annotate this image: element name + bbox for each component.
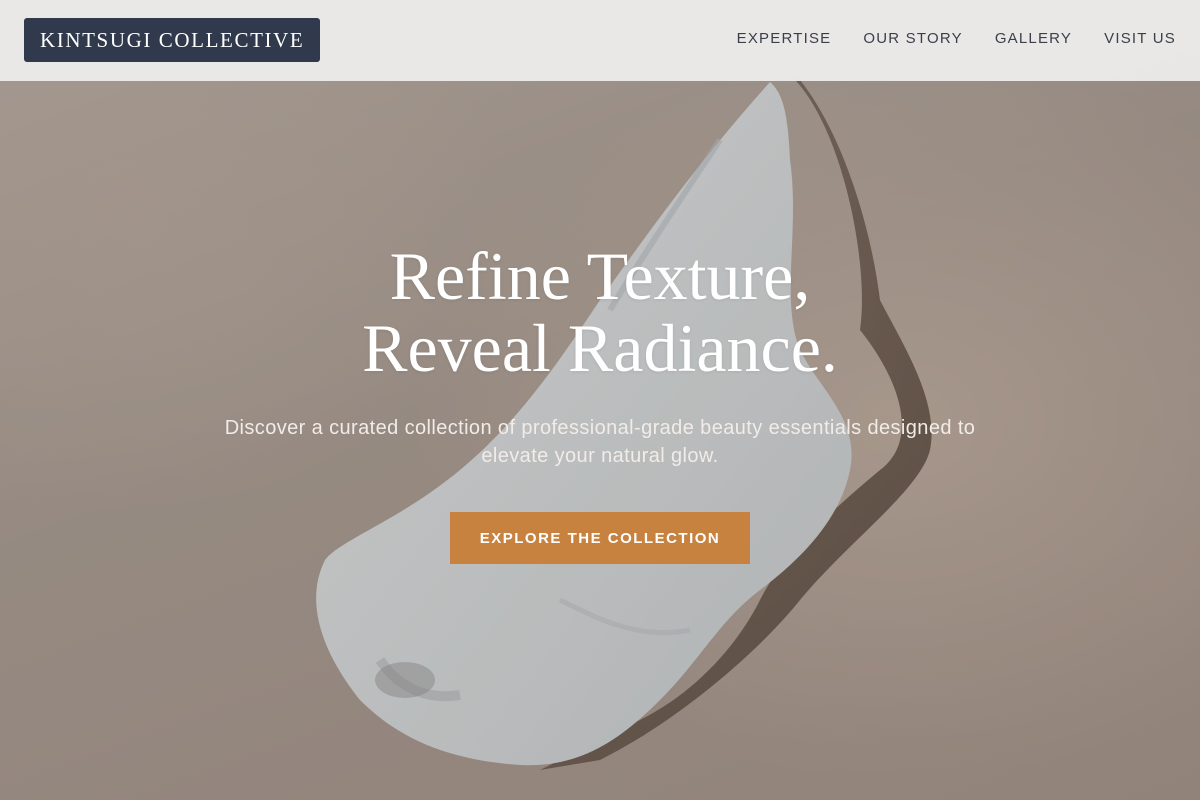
hero-section: Refine Texture, Reveal Radiance. Discove…	[0, 240, 1200, 564]
nav-link-our-story[interactable]: OUR STORY	[863, 29, 962, 49]
hero-headline-line-1: Refine Texture,	[389, 238, 811, 314]
brand-logo[interactable]: KINTSUGI COLLECTIVE	[24, 18, 321, 62]
hero-headline-line-2: Reveal Radiance.	[362, 310, 838, 386]
page: KINTSUGI COLLECTIVE EXPERTISE OUR STORY …	[0, 0, 1200, 800]
main-nav: EXPERTISE OUR STORY GALLERY VISIT US	[737, 29, 1176, 49]
nav-link-visit-us[interactable]: VISIT US	[1104, 29, 1176, 49]
explore-collection-button[interactable]: EXPLORE THE COLLECTION	[450, 512, 750, 564]
hero-subtext: Discover a curated collection of profess…	[224, 417, 976, 467]
nav-link-expertise[interactable]: EXPERTISE	[737, 29, 832, 49]
nav-link-gallery[interactable]: GALLERY	[995, 29, 1072, 49]
site-header: KINTSUGI COLLECTIVE EXPERTISE OUR STORY …	[0, 0, 1200, 81]
hero-headline: Refine Texture, Reveal Radiance.	[0, 240, 1200, 384]
